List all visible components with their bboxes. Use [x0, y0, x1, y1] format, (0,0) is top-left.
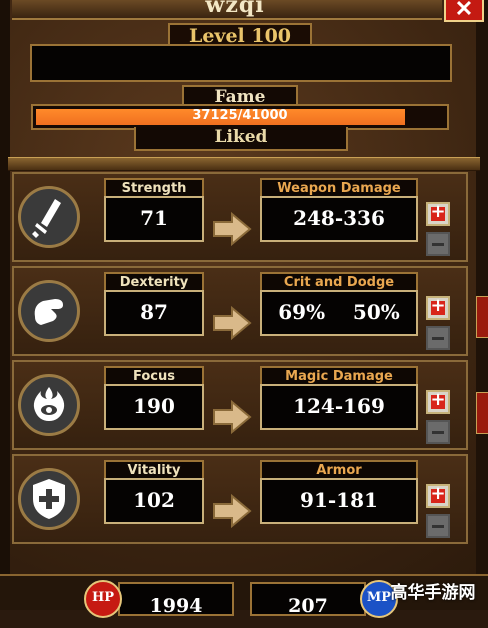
site-watermark: 高华手游网 [390, 583, 476, 603]
stat-value: 190 [104, 384, 204, 430]
stat-value: 71 [104, 196, 204, 242]
stat-value: 87 [104, 290, 204, 336]
increase-strength-button[interactable]: + [426, 201, 450, 226]
result-label: Magic Damage [260, 366, 418, 386]
plus-icon: + [430, 389, 446, 410]
result-label: Armor [260, 460, 418, 480]
stat-row-dexterity: Dexterity 87 Crit and Dodge 69% 50% + [12, 266, 482, 356]
fame-status: Liked [134, 127, 348, 151]
result-label: Weapon Damage [260, 178, 418, 198]
minus-icon [432, 337, 444, 340]
side-tab-marker[interactable] [476, 296, 488, 338]
minus-icon [432, 431, 444, 434]
stat-row-vitality: Vitality 102 Armor 91-181 + [12, 454, 482, 544]
result-value: 69% 50% [260, 290, 418, 336]
stat-label: Dexterity [104, 272, 204, 292]
stat-label: Strength [104, 178, 204, 198]
panel-left-edge [0, 0, 10, 608]
side-tab-marker[interactable] [476, 392, 488, 434]
result-label: Crit and Dodge [260, 272, 418, 292]
result-value: 248-336 [260, 196, 418, 242]
result-value: 124-169 [260, 384, 418, 430]
arrow-right-icon [213, 494, 252, 528]
sword-icon [18, 186, 80, 248]
minus-icon [432, 243, 444, 246]
fist-icon [18, 280, 80, 342]
close-button[interactable]: ✕ [444, 0, 484, 22]
name-display-box [30, 44, 452, 82]
arrow-right-icon [213, 306, 252, 340]
hp-badge: HP [84, 580, 122, 618]
plus-icon: + [430, 483, 446, 504]
arrow-right-icon [213, 400, 252, 434]
mp-value: 207 [250, 582, 366, 617]
stat-row-focus: Focus 190 Magic Damage 124-169 + [12, 360, 482, 450]
stat-label: Focus [104, 366, 204, 386]
increase-vitality-button[interactable]: + [426, 483, 450, 508]
fame-progress-text: 37125/41000 [192, 108, 288, 123]
decrease-strength-button[interactable] [426, 232, 450, 256]
stat-label: Vitality [104, 460, 204, 480]
hp-value: 1994 [118, 582, 234, 617]
shield-icon [18, 468, 80, 530]
minus-icon [432, 525, 444, 528]
decrease-focus-button[interactable] [426, 420, 450, 444]
stat-value: 102 [104, 478, 204, 524]
decrease-dexterity-button[interactable] [426, 326, 450, 350]
plus-icon: + [430, 201, 446, 222]
increase-focus-button[interactable]: + [426, 389, 450, 414]
player-name: wzqi [205, 0, 265, 18]
result-value: 91-181 [260, 478, 418, 524]
plus-icon: + [430, 295, 446, 316]
increase-dexterity-button[interactable]: + [426, 295, 450, 320]
stat-row-strength: Strength 71 Weapon Damage 248-336 + [12, 172, 482, 262]
decrease-vitality-button[interactable] [426, 514, 450, 538]
section-divider [8, 157, 480, 171]
arrow-right-icon [213, 212, 252, 246]
eye-flame-icon [18, 374, 80, 436]
